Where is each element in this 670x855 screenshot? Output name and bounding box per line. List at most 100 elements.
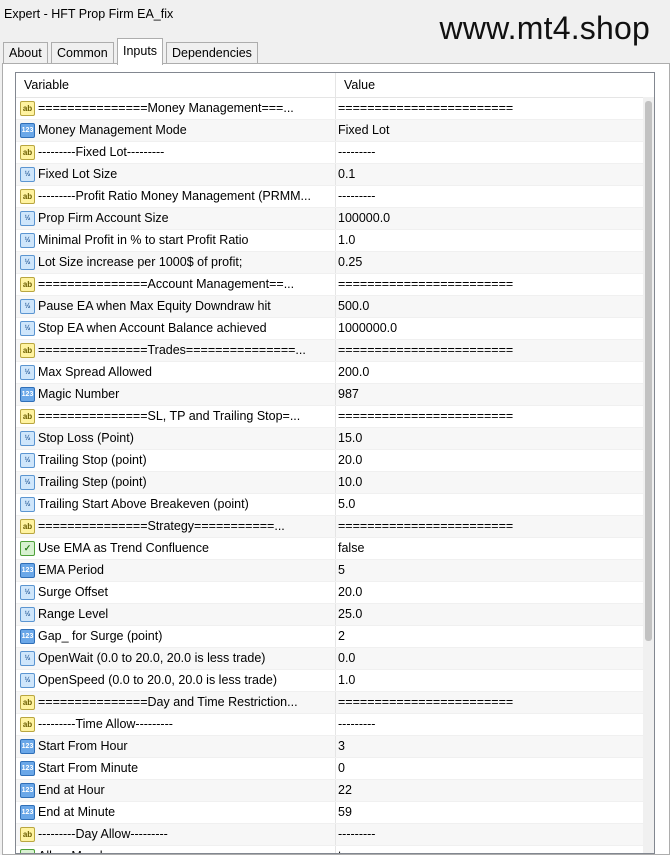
table-row[interactable]: ½ Trailing Stop (point) 20.0 — [16, 450, 654, 472]
variable-value[interactable]: 10.0 — [338, 472, 638, 493]
variable-value[interactable]: 100000.0 — [338, 208, 638, 229]
variable-value[interactable]: 1.0 — [338, 670, 638, 691]
table-row[interactable]: ½ Minimal Profit in % to start Profit Rat… — [16, 230, 654, 252]
variable-value[interactable]: 22 — [338, 780, 638, 801]
variable-value[interactable]: --------- — [338, 186, 638, 207]
table-row[interactable]: ab ===============SL, TP and Trailing Sto… — [16, 406, 654, 428]
double-type-icon: ½ — [20, 299, 35, 314]
variable-value[interactable]: 20.0 — [338, 582, 638, 603]
table-row[interactable]: ab ===============Strategy===========... =… — [16, 516, 654, 538]
variable-value[interactable]: 5 — [338, 560, 638, 581]
variable-value[interactable]: 0.1 — [338, 164, 638, 185]
table-row[interactable]: ½ Pause EA when Max Equity Downdraw hit 50… — [16, 296, 654, 318]
table-row[interactable]: ab ---------Day Allow--------- --------- — [16, 824, 654, 846]
table-row[interactable]: ½ Range Level 25.0 — [16, 604, 654, 626]
table-row[interactable]: ½ Surge Offset 20.0 — [16, 582, 654, 604]
variable-value[interactable]: ======================== — [338, 406, 638, 427]
table-row[interactable]: 123 Money Management Mode Fixed Lot — [16, 120, 654, 142]
scrollbar-thumb[interactable] — [645, 101, 652, 641]
table-row[interactable]: ½ Trailing Start Above Breakeven (point) 5… — [16, 494, 654, 516]
variable-value[interactable]: 200.0 — [338, 362, 638, 383]
table-row[interactable]: 123 Start From Hour 3 — [16, 736, 654, 758]
variable-value[interactable]: 0.0 — [338, 648, 638, 669]
column-divider — [335, 780, 336, 801]
variable-name: ===============Account Management==... — [38, 277, 295, 291]
table-row[interactable]: ½ Stop EA when Account Balance achieved 10… — [16, 318, 654, 340]
table-row[interactable]: ab ===============Money Management===... =… — [16, 98, 654, 120]
column-divider — [335, 846, 336, 853]
variable-value[interactable]: 0 — [338, 758, 638, 779]
variable-value[interactable]: 3 — [338, 736, 638, 757]
table-row[interactable]: ½ Prop Firm Account Size 100000.0 — [16, 208, 654, 230]
tab-common[interactable]: Common — [51, 42, 114, 64]
column-divider — [335, 604, 336, 625]
variable-value[interactable]: true — [338, 846, 638, 853]
vertical-scrollbar[interactable] — [643, 97, 654, 853]
table-row[interactable]: 123 End at Minute 59 — [16, 802, 654, 824]
variable-value[interactable]: 59 — [338, 802, 638, 823]
tab-inputs[interactable]: Inputs — [117, 38, 164, 65]
table-row[interactable]: ab ---------Time Allow--------- --------- — [16, 714, 654, 736]
table-row[interactable]: 123 End at Hour 22 — [16, 780, 654, 802]
variable-value[interactable]: --------- — [338, 824, 638, 845]
variable-value[interactable]: 500.0 — [338, 296, 638, 317]
variable-value[interactable]: false — [338, 538, 638, 559]
variable-value[interactable]: ======================== — [338, 98, 638, 119]
variable-value[interactable]: ======================== — [338, 274, 638, 295]
variable-name: ---------Profit Ratio Money Management (… — [38, 189, 311, 203]
variable-value[interactable]: 5.0 — [338, 494, 638, 515]
column-header-value[interactable]: Value — [336, 73, 375, 97]
variable-value[interactable]: ======================== — [338, 516, 638, 537]
variable-value[interactable]: 1.0 — [338, 230, 638, 251]
table-row[interactable]: 123 Magic Number 987 — [16, 384, 654, 406]
double-type-icon: ½ — [20, 453, 35, 468]
variable-value[interactable]: Fixed Lot — [338, 120, 638, 141]
variable-name: Max Spread Allowed — [38, 365, 152, 379]
column-divider — [335, 582, 336, 603]
window-title: Expert - HFT Prop Firm EA_fix — [4, 7, 174, 21]
string-type-icon: ab — [20, 409, 35, 424]
table-row[interactable]: ½ Max Spread Allowed 200.0 — [16, 362, 654, 384]
variable-name: Money Management Mode — [38, 123, 187, 137]
variable-value[interactable]: --------- — [338, 714, 638, 735]
variable-value[interactable]: 15.0 — [338, 428, 638, 449]
table-row[interactable]: ab ===============Trades===============..… — [16, 340, 654, 362]
variable-value[interactable]: 2 — [338, 626, 638, 647]
variable-value[interactable]: 987 — [338, 384, 638, 405]
table-row[interactable]: ½ Trailing Step (point) 10.0 — [16, 472, 654, 494]
variable-name: ===============Day and Time Restriction.… — [38, 695, 298, 709]
column-divider — [335, 538, 336, 559]
table-row[interactable]: 123 Start From Minute 0 — [16, 758, 654, 780]
table-row[interactable]: 123 EMA Period 5 — [16, 560, 654, 582]
table-row[interactable]: ½ OpenSpeed (0.0 to 20.0, 20.0 is less tr… — [16, 670, 654, 692]
table-row[interactable]: 123 Gap_ for Surge (point) 2 — [16, 626, 654, 648]
table-row[interactable]: ✓Allow Monday true — [16, 846, 654, 853]
inputs-panel: Variable Value ab ===============Money Ma… — [2, 63, 670, 855]
column-header-variable[interactable]: Variable — [16, 73, 336, 97]
variable-value[interactable]: ======================== — [338, 340, 638, 361]
table-row[interactable]: ab ---------Fixed Lot--------- --------- — [16, 142, 654, 164]
table-row[interactable]: ✓ Use EMA as Trend Confluence false — [16, 538, 654, 560]
double-type-icon: ½ — [20, 497, 35, 512]
table-row[interactable]: ½ Fixed Lot Size 0.1 — [16, 164, 654, 186]
table-row[interactable]: ½ Stop Loss (Point) 15.0 — [16, 428, 654, 450]
tab-about[interactable]: About — [3, 42, 48, 64]
variable-value[interactable]: ======================== — [338, 692, 638, 713]
variable-value[interactable]: 0.25 — [338, 252, 638, 273]
table-row[interactable]: ½ OpenWait (0.0 to 20.0, 20.0 is less tra… — [16, 648, 654, 670]
variable-value[interactable]: 25.0 — [338, 604, 638, 625]
variable-value[interactable]: 20.0 — [338, 450, 638, 471]
variable-value[interactable]: 1000000.0 — [338, 318, 638, 339]
column-divider — [335, 714, 336, 735]
table-row[interactable]: ab ===============Day and Time Restrictio… — [16, 692, 654, 714]
tab-dependencies[interactable]: Dependencies — [166, 42, 258, 64]
column-divider — [335, 142, 336, 163]
variable-name: ---------Time Allow--------- — [38, 717, 173, 731]
variable-value[interactable]: --------- — [338, 142, 638, 163]
column-divider — [335, 802, 336, 823]
string-type-icon: ab — [20, 145, 35, 160]
table-row[interactable]: ½ Lot Size increase per 1000$ of profit; 0… — [16, 252, 654, 274]
table-row[interactable]: ab ===============Account Management==...… — [16, 274, 654, 296]
table-row[interactable]: ab ---------Profit Ratio Money Management… — [16, 186, 654, 208]
column-divider — [335, 626, 336, 647]
